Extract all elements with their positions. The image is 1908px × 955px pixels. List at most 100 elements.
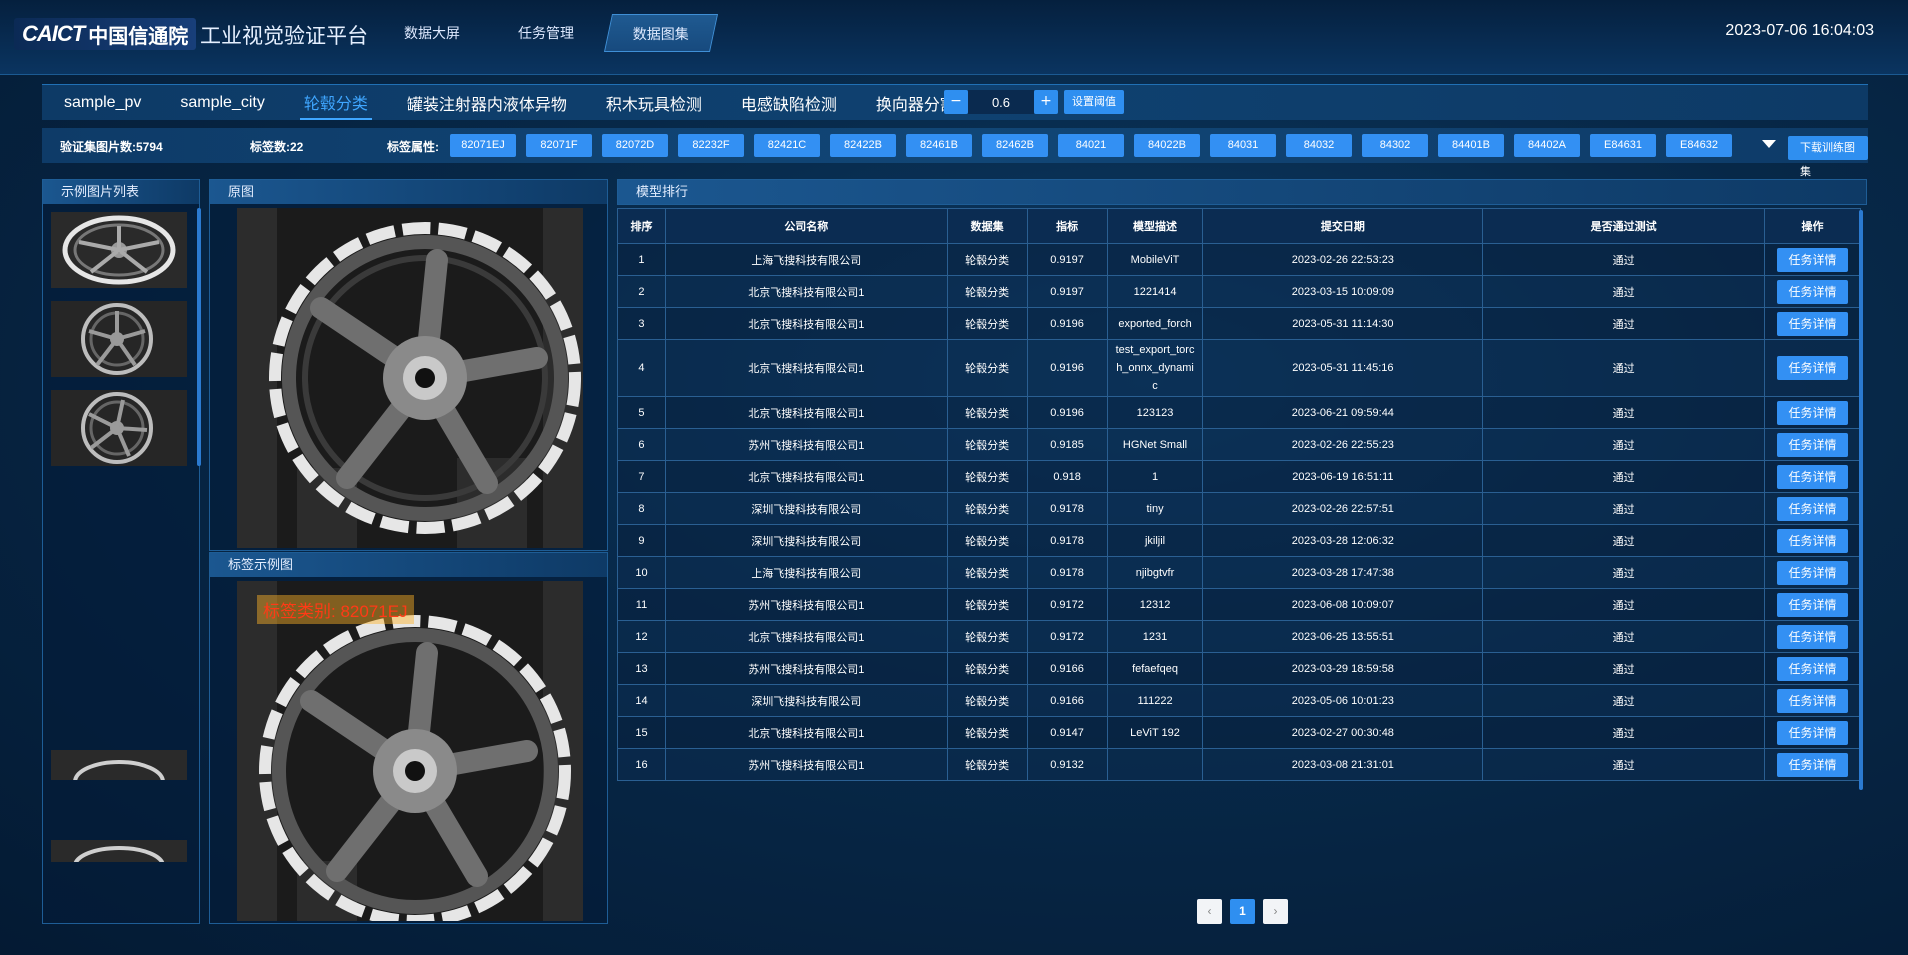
tab-inductor-defect[interactable]: 电感缺陷检测 bbox=[737, 87, 841, 119]
task-detail-button[interactable]: 任务详情 bbox=[1777, 656, 1848, 681]
passed-cell: 通过 bbox=[1482, 428, 1765, 461]
task-detail-button[interactable]: 任务详情 bbox=[1777, 464, 1848, 489]
task-detail-button[interactable]: 任务详情 bbox=[1777, 311, 1848, 336]
tag-84402A[interactable]: 84402A bbox=[1514, 134, 1580, 157]
logo-cn: 中国信通院 bbox=[88, 25, 189, 48]
nav-data-gallery[interactable]: 数据图集 bbox=[603, 14, 719, 52]
page-number-current[interactable]: 1 bbox=[1230, 899, 1255, 924]
rank-cell: 8 bbox=[617, 492, 666, 525]
tag-82421C[interactable]: 82421C bbox=[754, 134, 820, 157]
tag-82232F[interactable]: 82232F bbox=[678, 134, 744, 157]
thumbnail-2[interactable] bbox=[51, 301, 187, 377]
task-detail-button[interactable]: 任务详情 bbox=[1777, 496, 1848, 521]
rank-cell: 3 bbox=[617, 307, 666, 340]
ranking-table-scrollbar[interactable] bbox=[1859, 210, 1863, 790]
thumbnail-1[interactable] bbox=[51, 212, 187, 288]
thumbnail-scrollbar[interactable] bbox=[197, 208, 201, 466]
rank-cell: 9 bbox=[617, 524, 666, 557]
submit-date-cell: 2023-06-21 09:59:44 bbox=[1202, 396, 1484, 429]
nav-task-management[interactable]: 任务管理 bbox=[494, 14, 598, 52]
tag-82422B[interactable]: 82422B bbox=[830, 134, 896, 157]
rank-cell: 12 bbox=[617, 620, 666, 653]
task-detail-button[interactable]: 任务详情 bbox=[1777, 247, 1848, 272]
rank-cell: 14 bbox=[617, 684, 666, 717]
tag-84021[interactable]: 84021 bbox=[1058, 134, 1124, 157]
col-passed: 是否通过测试 bbox=[1482, 208, 1765, 244]
rank-cell: 15 bbox=[617, 716, 666, 749]
model-desc-cell: exported_forch bbox=[1106, 307, 1204, 340]
tab-wheel-classification[interactable]: 轮毂分类 bbox=[299, 86, 372, 120]
ranking-table-body: 1 上海飞搜科技有限公司 轮毂分类 0.9197 MobileViT 2023-02-26… bbox=[617, 243, 1861, 781]
set-threshold-button[interactable]: 设置阈值 bbox=[1064, 90, 1124, 114]
col-submit-date: 提交日期 bbox=[1202, 208, 1484, 244]
nav-data-screen[interactable]: 数据大屏 bbox=[380, 14, 484, 52]
action-cell: 任务详情 bbox=[1763, 460, 1861, 493]
task-detail-button[interactable]: 任务详情 bbox=[1777, 560, 1848, 585]
tag-84302[interactable]: 84302 bbox=[1362, 134, 1428, 157]
caict-logo[interactable]: CAICT 中国信通院 bbox=[14, 18, 197, 50]
model-desc-cell: test_export_torch_onnx_dynamic bbox=[1106, 339, 1204, 397]
metric-cell: 0.9172 bbox=[1026, 588, 1108, 621]
thumbnail-3[interactable] bbox=[51, 390, 187, 466]
tag-82072D[interactable]: 82072D bbox=[602, 134, 668, 157]
tag-84031[interactable]: 84031 bbox=[1210, 134, 1276, 157]
tag-82071F[interactable]: 82071F bbox=[526, 134, 592, 157]
metric-cell: 0.9178 bbox=[1026, 556, 1108, 589]
task-detail-button[interactable]: 任务详情 bbox=[1777, 592, 1848, 617]
tag-82071EJ[interactable]: 82071EJ bbox=[450, 134, 516, 157]
company-cell: 北京飞搜科技有限公司1 bbox=[664, 620, 948, 653]
download-training-set-button[interactable]: 下载训练图集 bbox=[1788, 136, 1868, 178]
task-detail-button[interactable]: 任务详情 bbox=[1777, 356, 1848, 380]
thumbnail-5[interactable] bbox=[51, 840, 187, 862]
company-cell: 北京飞搜科技有限公司1 bbox=[664, 307, 948, 340]
thumbnail-4[interactable] bbox=[51, 750, 187, 780]
task-detail-button[interactable]: 任务详情 bbox=[1777, 688, 1848, 713]
tag-84401B[interactable]: 84401B bbox=[1438, 134, 1504, 157]
wheel-thumb-icon bbox=[51, 301, 187, 377]
threshold-increase-button[interactable]: + bbox=[1034, 90, 1058, 114]
tab-syringe-foreign-matter[interactable]: 罐装注射器内液体异物 bbox=[403, 87, 571, 119]
task-detail-button[interactable]: 任务详情 bbox=[1777, 624, 1848, 649]
tab-sample-city[interactable]: sample_city bbox=[176, 90, 268, 116]
table-row: 2 北京飞搜科技有限公司1 轮毂分类 0.9197 1221414 2023-03-15 … bbox=[617, 275, 1861, 308]
tag-84032[interactable]: 84032 bbox=[1286, 134, 1352, 157]
submit-date-cell: 2023-02-26 22:57:51 bbox=[1202, 492, 1484, 525]
tab-toy-block-detection[interactable]: 积木玩具检测 bbox=[602, 87, 706, 119]
passed-cell: 通过 bbox=[1482, 243, 1765, 276]
table-row: 6 苏州飞搜科技有限公司1 轮毂分类 0.9185 HGNet Small 2023-02… bbox=[617, 428, 1861, 461]
rank-cell: 6 bbox=[617, 428, 666, 461]
tab-sample-pv[interactable]: sample_pv bbox=[60, 90, 145, 116]
submit-date-cell: 2023-03-28 17:47:38 bbox=[1202, 556, 1484, 589]
task-detail-button[interactable]: 任务详情 bbox=[1777, 400, 1848, 425]
tag-84022B[interactable]: 84022B bbox=[1134, 134, 1200, 157]
action-cell: 任务详情 bbox=[1763, 428, 1861, 461]
model-desc-cell: 1 bbox=[1106, 460, 1204, 493]
tag-82462B[interactable]: 82462B bbox=[982, 134, 1048, 157]
threshold-decrease-button[interactable]: − bbox=[944, 90, 968, 114]
prev-page-chevron-left-icon[interactable]: ‹ bbox=[1197, 899, 1222, 924]
label-attributes-label: 标签属性: bbox=[387, 140, 439, 154]
tag-82461B[interactable]: 82461B bbox=[906, 134, 972, 157]
metric-cell: 0.9178 bbox=[1026, 492, 1108, 525]
task-detail-button[interactable]: 任务详情 bbox=[1777, 432, 1848, 457]
wheel-thumb-icon bbox=[51, 390, 187, 466]
expand-tags-chevron-down-icon[interactable] bbox=[1762, 140, 1776, 148]
task-detail-button[interactable]: 任务详情 bbox=[1777, 279, 1848, 304]
threshold-input[interactable] bbox=[968, 90, 1034, 114]
main-nav: 数据大屏 任务管理 数据图集 bbox=[380, 14, 719, 52]
col-action: 操作 bbox=[1763, 208, 1861, 244]
label-example-image: 标签类别: 82071EJ bbox=[237, 581, 583, 921]
metric-cell: 0.9197 bbox=[1026, 275, 1108, 308]
action-cell: 任务详情 bbox=[1763, 307, 1861, 340]
table-row: 12 北京飞搜科技有限公司1 轮毂分类 0.9172 1231 2023-06-25 13… bbox=[617, 620, 1861, 653]
task-detail-button[interactable]: 任务详情 bbox=[1777, 752, 1848, 777]
label-tag-list: 82071EJ 82071F 82072D 82232F 82421C 8242… bbox=[450, 134, 1732, 157]
tag-E84631[interactable]: E84631 bbox=[1590, 134, 1656, 157]
next-page-chevron-right-icon[interactable]: › bbox=[1263, 899, 1288, 924]
wheel-thumb-icon bbox=[51, 212, 187, 288]
tag-E84632[interactable]: E84632 bbox=[1666, 134, 1732, 157]
task-detail-button[interactable]: 任务详情 bbox=[1777, 720, 1848, 745]
wheel-thumb-icon bbox=[51, 840, 187, 862]
action-cell: 任务详情 bbox=[1763, 620, 1861, 653]
task-detail-button[interactable]: 任务详情 bbox=[1777, 528, 1848, 553]
